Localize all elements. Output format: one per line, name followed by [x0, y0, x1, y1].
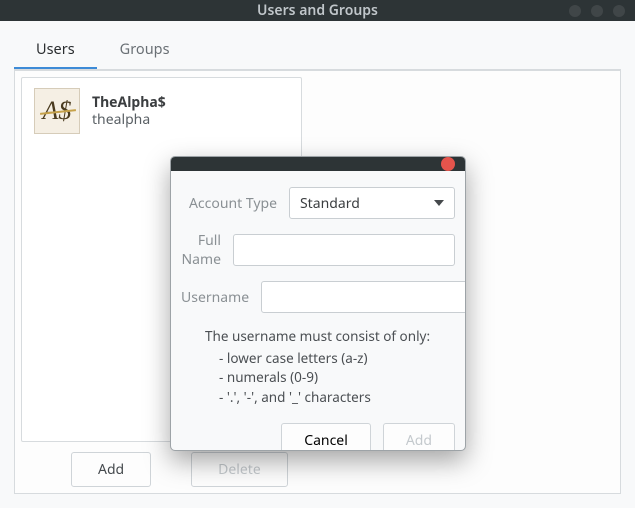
- row-full-name: Full Name: [181, 231, 455, 269]
- hint-header: The username must consist of only:: [205, 327, 455, 347]
- list-item[interactable]: A$ TheAlpha$ thealpha: [28, 84, 295, 138]
- close-icon[interactable]: [441, 157, 455, 171]
- close-icon[interactable]: [613, 5, 625, 17]
- delete-button: Delete: [191, 452, 288, 487]
- dialog-add-button: Add: [383, 423, 455, 451]
- avatar: A$: [34, 88, 80, 134]
- tab-users[interactable]: Users: [14, 31, 97, 69]
- main-titlebar: Users and Groups: [0, 0, 635, 21]
- dialog-titlebar: [171, 157, 465, 171]
- dialog-body: Account Type Standard Full Name Username…: [171, 171, 465, 415]
- account-type-label: Account Type: [181, 194, 289, 213]
- user-login: thealpha: [92, 111, 166, 129]
- chevron-down-icon: [434, 200, 444, 206]
- username-field[interactable]: [261, 281, 466, 313]
- account-type-select[interactable]: Standard: [289, 187, 455, 219]
- user-display-name: TheAlpha$: [92, 94, 166, 112]
- full-name-field[interactable]: [233, 234, 455, 266]
- row-account-type: Account Type Standard: [181, 187, 455, 219]
- full-name-label: Full Name: [181, 231, 233, 269]
- hint-rule: lower case letters (a-z): [219, 349, 455, 369]
- username-label: Username: [181, 288, 261, 307]
- window-controls: [569, 5, 625, 17]
- hint-rules: lower case letters (a-z) numerals (0-9) …: [219, 349, 455, 408]
- minimize-icon[interactable]: [569, 5, 581, 17]
- username-hint: The username must consist of only: lower…: [181, 325, 455, 407]
- hint-rule: numerals (0-9): [219, 368, 455, 388]
- user-meta: TheAlpha$ thealpha: [92, 94, 166, 129]
- row-username: Username: [181, 281, 455, 313]
- add-user-dialog: Account Type Standard Full Name Username…: [170, 156, 466, 451]
- account-type-value: Standard: [300, 194, 360, 213]
- maximize-icon[interactable]: [591, 5, 603, 17]
- tab-groups[interactable]: Groups: [98, 31, 192, 69]
- window-title: Users and Groups: [257, 1, 378, 20]
- add-button[interactable]: Add: [71, 452, 151, 487]
- tab-bar: Users Groups: [14, 31, 621, 70]
- cancel-button[interactable]: Cancel: [281, 423, 371, 451]
- dialog-actions: Cancel Add: [171, 415, 465, 451]
- hint-rule: '.', '-', and '_' characters: [219, 388, 455, 408]
